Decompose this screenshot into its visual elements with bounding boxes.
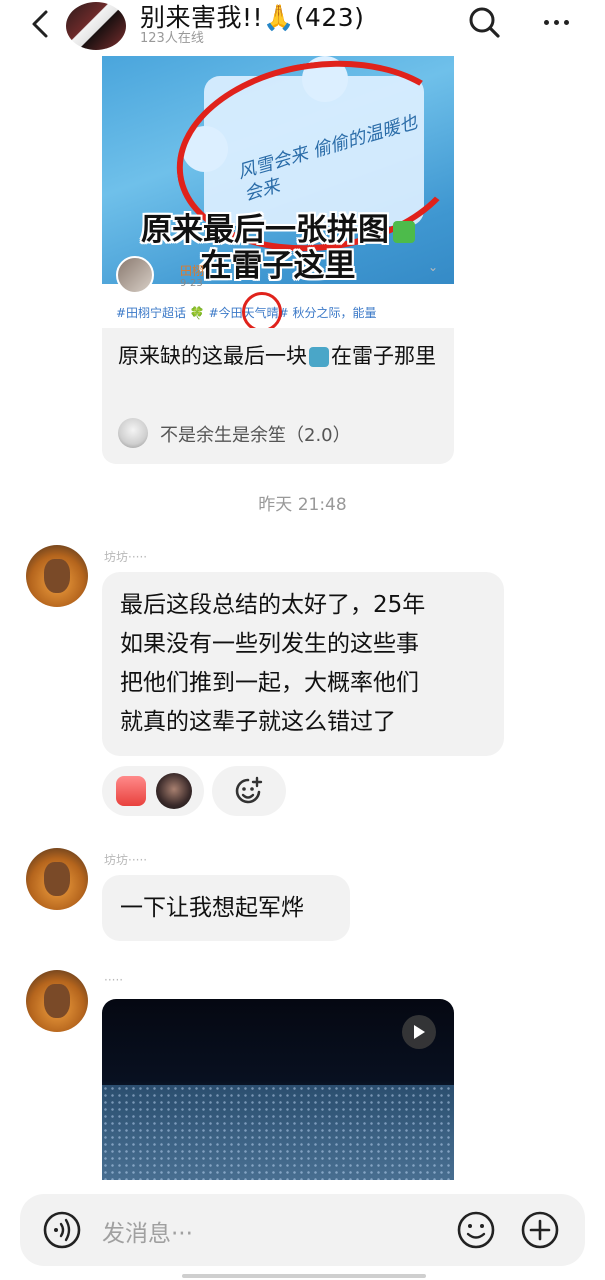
more-options-button[interactable] [536,4,576,40]
like-reaction[interactable] [102,766,204,816]
sender-avatar[interactable] [26,545,88,607]
message-line: 就真的这辈子就这么错过了 [120,709,396,735]
post-date: 9-23 [180,278,203,289]
sender-avatar[interactable] [26,970,88,1032]
time-divider: 昨天 21:48 [258,495,347,515]
source-avatar [118,418,148,448]
voice-button[interactable] [42,1210,82,1250]
chevron-left-icon [32,10,48,38]
message-bubble[interactable]: 最后这段总结的太好了，25年 如果没有一些列发生的这些事 把他们推到一起，大概率… [102,572,504,756]
more-dot-icon [543,19,549,25]
thumbs-up-icon [116,776,146,806]
puzzle-emoji-icon [309,347,329,367]
message-line: 把他们推到一起，大概率他们 [120,670,419,696]
add-reaction-button[interactable] [212,766,286,816]
reactor-avatar [156,773,192,809]
post-author-avatar [116,256,154,294]
source-name: 不是余生是余笙（2.0） [160,425,351,446]
shared-post-card[interactable]: 风雪会来 偷偷的温暖也会来 原来最后一张拼图 在雷子这里 田栩 9-23 ⌄ #… [102,56,454,464]
search-icon [469,7,500,38]
back-button[interactable] [22,6,58,42]
image-title-line2: 在雷子这里 [200,248,356,284]
emoji-button[interactable] [456,1210,496,1250]
sender-name: 坊坊····· [104,550,148,564]
online-count: 123人在线 [140,31,204,46]
play-button[interactable] [402,1015,436,1049]
sender-name: 坊坊····· [104,853,148,867]
message-line: 最后这段总结的太好了，25年 [120,592,426,618]
message-line: 一下让我想起军烨 [120,895,304,921]
sender-name: ····· [104,973,124,987]
red-annotation-small-circle [242,292,282,328]
message-line: 如果没有一些列发生的这些事 [120,631,419,657]
smiley-icon [457,1211,495,1249]
chat-header: 别来害我!!🙏(423) 123人在线 [0,0,605,56]
post-author-name: 田栩 [180,264,205,278]
search-button[interactable] [464,2,504,42]
group-avatar[interactable] [66,2,126,50]
message-input-bar: 发消息··· [20,1194,585,1266]
plus-circle-icon [521,1211,559,1249]
play-icon [414,1025,425,1039]
add-emoji-icon [235,776,263,804]
home-indicator [182,1274,426,1278]
message-bubble[interactable]: 一下让我想起军烨 [102,875,350,941]
shared-post-caption: 原来缺的这最后一块 在雷子那里 [118,344,436,368]
voice-icon [43,1211,81,1249]
video-frame [102,1085,454,1180]
more-dot-icon [553,19,559,25]
chevron-down-icon: ⌄ [428,260,439,274]
more-dot-icon [563,19,569,25]
more-actions-button[interactable] [520,1210,560,1250]
shared-post-image[interactable]: 风雪会来 偷偷的温暖也会来 原来最后一张拼图 在雷子这里 田栩 9-23 ⌄ #… [102,56,454,328]
message-input[interactable]: 发消息··· [102,1214,193,1248]
sender-avatar[interactable] [26,848,88,910]
video-message[interactable] [102,999,454,1180]
